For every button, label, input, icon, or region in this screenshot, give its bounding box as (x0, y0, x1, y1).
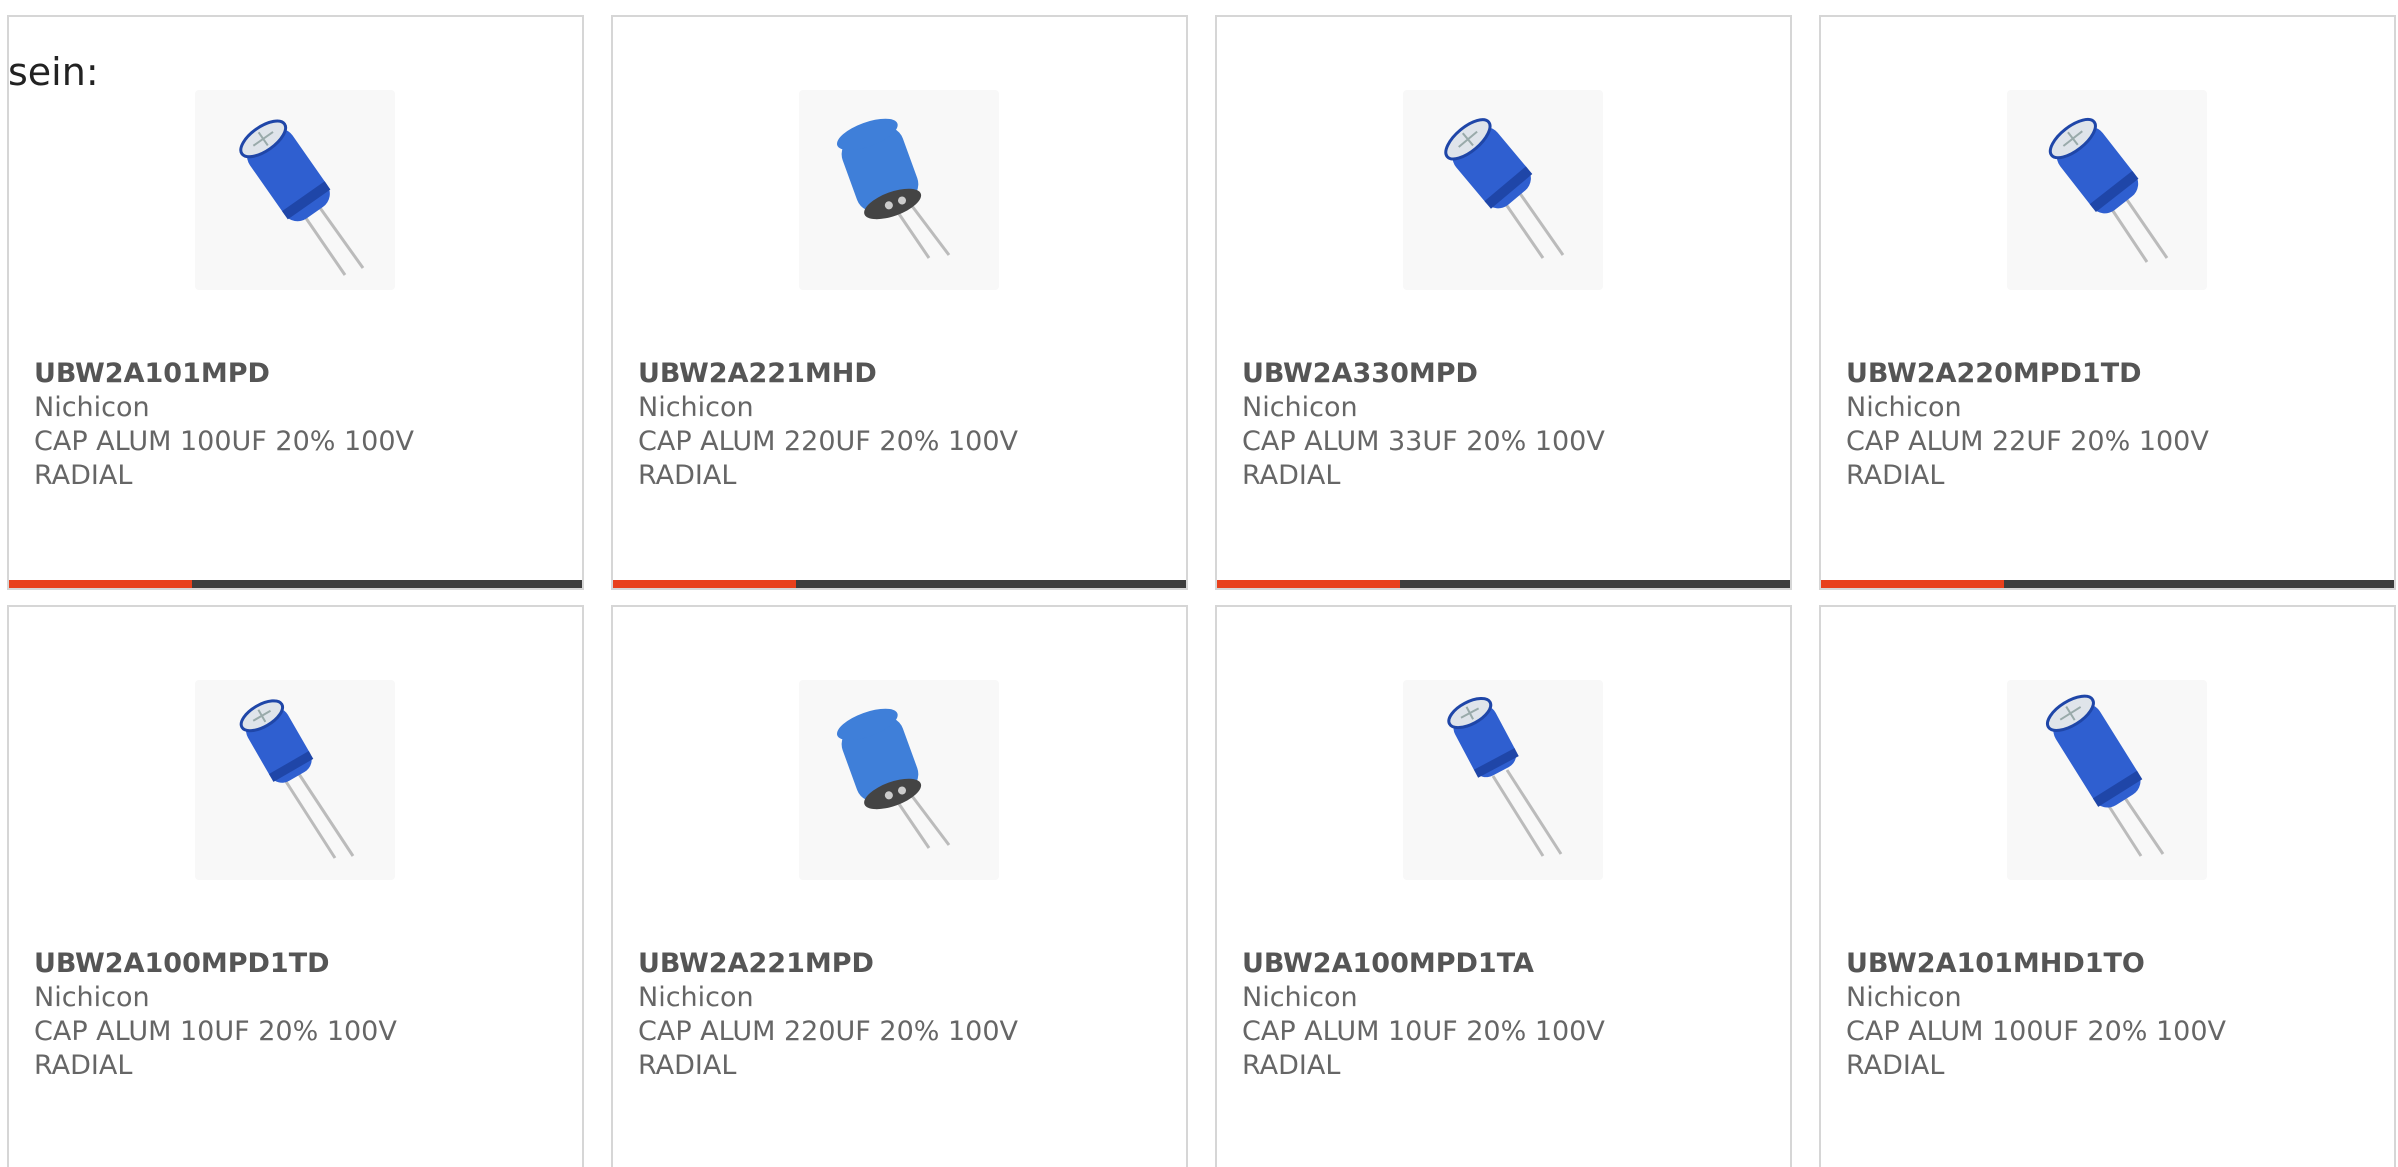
product-description-package: RADIAL (1846, 1050, 1945, 1081)
product-description: CAP ALUM 100UF 20% 100V (34, 426, 415, 457)
part-number-link[interactable]: UBW2A101MPD (34, 357, 562, 391)
product-description: CAP ALUM 22UF 20% 100V (1846, 426, 2209, 457)
manufacturer-name: Nichicon (1846, 982, 1962, 1013)
radial-capacitor-icon (239, 119, 365, 276)
product-image[interactable] (799, 680, 999, 880)
card-footer-bar (1217, 580, 1790, 588)
card-footer-bar (613, 580, 1186, 588)
product-description: CAP ALUM 10UF 20% 100V (1242, 1016, 1605, 1047)
radial-capacitor-icon (2045, 694, 2165, 857)
product-image[interactable] (2007, 680, 2207, 880)
card-footer-bar (1821, 580, 2394, 588)
product-description-package: RADIAL (1242, 1050, 1341, 1081)
product-card[interactable]: UBW2A221MHD Nichicon CAP ALUM 220UF 20% … (611, 15, 1188, 590)
product-card[interactable]: UBW2A220MPD1TD Nichicon CAP ALUM 22UF 20… (1819, 15, 2396, 590)
manufacturer-name: Nichicon (34, 982, 150, 1013)
product-description: CAP ALUM 220UF 20% 100V (638, 426, 1019, 457)
product-description-package: RADIAL (1846, 460, 1945, 491)
manufacturer-name: Nichicon (638, 392, 754, 423)
manufacturer-name: Nichicon (1242, 982, 1358, 1013)
product-card[interactable]: UBW2A101MPD Nichicon CAP ALUM 100UF 20% … (7, 15, 584, 590)
product-image[interactable] (195, 90, 395, 290)
radial-capacitor-icon (2048, 117, 2169, 263)
product-image[interactable] (195, 680, 395, 880)
manufacturer-name: Nichicon (1242, 392, 1358, 423)
card-accent-bar (1821, 580, 2004, 588)
product-card[interactable]: UBW2A100MPD1TA Nichicon CAP ALUM 10UF 20… (1215, 605, 1792, 1167)
intro-text: sein: (8, 50, 99, 94)
product-description-package: RADIAL (34, 1050, 133, 1081)
manufacturer-name: Nichicon (34, 392, 150, 423)
product-image[interactable] (1403, 680, 1603, 880)
part-number-link[interactable]: UBW2A100MPD1TA (1242, 947, 1770, 981)
part-number-link[interactable]: UBW2A220MPD1TD (1846, 357, 2374, 391)
product-card[interactable]: UBW2A330MPD Nichicon CAP ALUM 33UF 20% 1… (1215, 15, 1792, 590)
product-image[interactable] (2007, 90, 2207, 290)
product-description-package: RADIAL (638, 1050, 737, 1081)
product-card[interactable]: UBW2A100MPD1TD Nichicon CAP ALUM 10UF 20… (7, 605, 584, 1167)
product-description-package: RADIAL (34, 460, 133, 491)
manufacturer-name: Nichicon (1846, 392, 1962, 423)
part-number-link[interactable]: UBW2A101MHD1TO (1846, 947, 2374, 981)
product-description: CAP ALUM 10UF 20% 100V (34, 1016, 397, 1047)
product-description: CAP ALUM 100UF 20% 100V (1846, 1016, 2227, 1047)
part-number-link[interactable]: UBW2A330MPD (1242, 357, 1770, 391)
radial-capacitor-icon (239, 699, 355, 859)
part-number-link[interactable]: UBW2A100MPD1TD (34, 947, 562, 981)
product-grid-page: sein: UBW2A101MPD Nichicon CAP ALUM 100U… (0, 0, 2398, 1167)
product-card[interactable]: UBW2A221MPD Nichicon CAP ALUM 220UF 20% … (611, 605, 1188, 1167)
part-number-link[interactable]: UBW2A221MPD (638, 947, 1166, 981)
radial-capacitor-icon (836, 708, 951, 849)
product-image[interactable] (799, 90, 999, 290)
manufacturer-name: Nichicon (638, 982, 754, 1013)
product-description: CAP ALUM 220UF 20% 100V (638, 1016, 1019, 1047)
product-card[interactable]: UBW2A101MHD1TO Nichicon CAP ALUM 100UF 2… (1819, 605, 2396, 1167)
card-accent-bar (9, 580, 192, 588)
radial-capacitor-icon (1447, 697, 1563, 857)
part-number-link[interactable]: UBW2A221MHD (638, 357, 1166, 391)
product-description-package: RADIAL (638, 460, 737, 491)
product-image[interactable] (1403, 90, 1603, 290)
card-accent-bar (1217, 580, 1400, 588)
card-footer-bar (9, 580, 582, 588)
radial-capacitor-icon (1444, 118, 1565, 259)
product-description: CAP ALUM 33UF 20% 100V (1242, 426, 1605, 457)
card-accent-bar (613, 580, 796, 588)
radial-capacitor-icon (836, 118, 951, 259)
product-description-package: RADIAL (1242, 460, 1341, 491)
